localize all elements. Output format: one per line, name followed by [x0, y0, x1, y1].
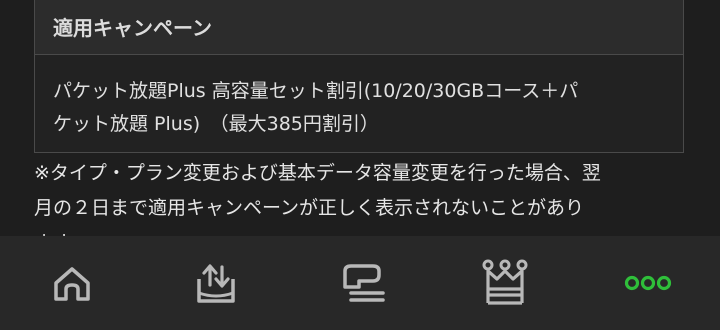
tab-upload[interactable]	[192, 259, 240, 307]
upload-tray-icon	[197, 264, 235, 303]
home-icon	[54, 267, 90, 301]
campaign-line-1: パケット放題Plus 高容量セット割引(10/20/30GBコース＋パ	[53, 80, 579, 102]
plan-list-icon	[343, 264, 385, 302]
tab-home[interactable]	[48, 259, 96, 307]
campaign-header: 適用キャンペーン	[35, 0, 683, 55]
crown-icon	[482, 259, 528, 305]
notice-line-1: ※タイプ・プラン変更および基本データ容量変更を行った場合、翌	[34, 162, 601, 184]
more-dots-icon	[624, 275, 672, 291]
notice-line-2: 月の２日まで適用キャンペーンが正しく表示されないことがあり	[34, 197, 585, 219]
tab-premium[interactable]	[481, 259, 529, 307]
tab-plan[interactable]	[338, 259, 386, 307]
campaign-description: パケット放題Plus 高容量セット割引(10/20/30GBコース＋パ ケット放…	[35, 55, 683, 141]
campaign-line-2: ケット放題 Plus) （最大385円割引）	[53, 113, 379, 135]
tab-more[interactable]	[624, 259, 672, 307]
campaign-card: 適用キャンペーン パケット放題Plus 高容量セット割引(10/20/30GBコ…	[34, 0, 684, 153]
bottom-tab-bar	[0, 236, 720, 330]
